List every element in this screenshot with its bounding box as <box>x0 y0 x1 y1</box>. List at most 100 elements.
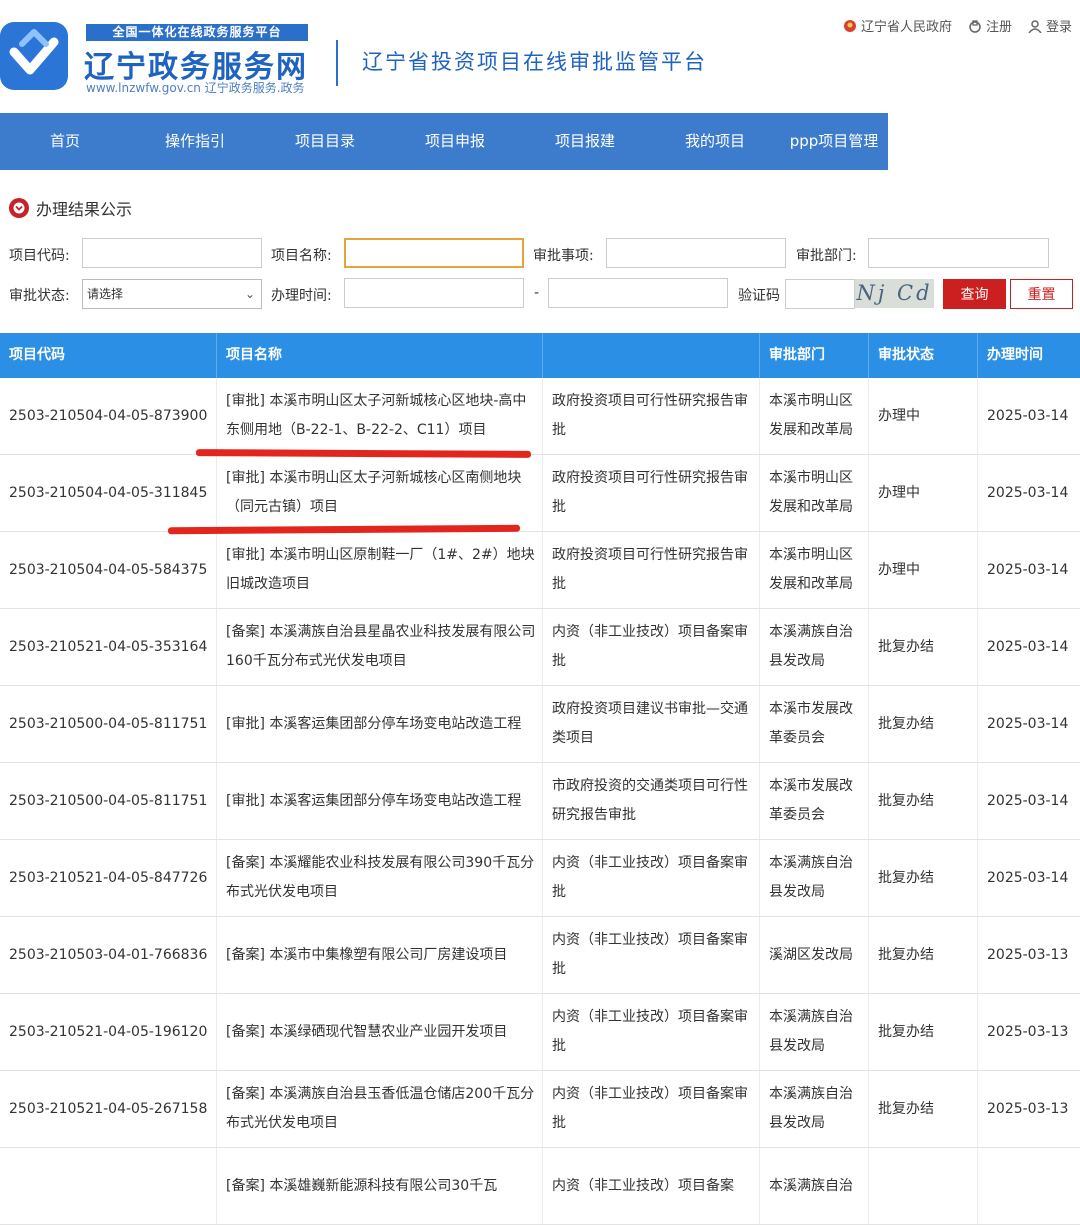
cell-date: 2025-03-14 <box>987 715 1069 732</box>
cell-code: 2503-210500-04-05-811751 <box>0 686 217 762</box>
cell-status: 批复办结 <box>869 686 978 762</box>
start-date-input[interactable] <box>344 278 524 308</box>
date-separator: - <box>534 285 540 301</box>
cell-code <box>0 1148 217 1224</box>
cell-name[interactable]: [备案] 本溪绿硒现代智慧农业产业园开发项目 <box>217 994 543 1070</box>
approval-dept-input[interactable] <box>868 238 1049 268</box>
cell-date: 2025-03-14 <box>987 869 1069 886</box>
cell-item: 内资（非工业技改）项目备案审批 <box>543 1071 760 1147</box>
cell-name[interactable]: [审批] 本溪客运集团部分停车场变电站改造工程 <box>217 763 543 839</box>
gov-link-label: 辽宁省人民政府 <box>860 20 952 35</box>
column-header-code: 项目代码 <box>0 333 217 378</box>
cell-item: 政府投资项目可行性研究报告审批 <box>543 455 760 531</box>
user-icon <box>1028 19 1042 33</box>
cell-name[interactable]: [备案] 本溪满族自治县星晶农业科技发展有限公司160千瓦分布式光伏发电项目 <box>217 609 543 685</box>
top-links: 辽宁省人民政府 注册 登录 <box>843 16 1072 35</box>
cell-status: 批复办结 <box>869 763 978 839</box>
site-header: 全国一体化在线政务服务平台 辽宁政务服务网 www.lnzwfw.gov.cn … <box>0 0 1080 112</box>
cell-name[interactable]: [备案] 本溪满族自治县玉香低温仓储店200千瓦分布式光伏发电项目 <box>217 1071 543 1147</box>
nav-item-catalog[interactable]: 项目目录 <box>260 113 390 170</box>
cell-name[interactable]: [审批] 本溪客运集团部分停车场变电站改造工程 <box>217 686 543 762</box>
table-header: 项目代码 项目名称 审批部门 审批状态 办理时间 <box>0 333 1080 378</box>
lock-icon <box>969 19 981 33</box>
table-row[interactable]: 2503-210521-04-05-847726 [备案] 本溪耀能农业科技发展有… <box>0 840 1080 917</box>
cell-date: 2025-03-14 <box>987 484 1069 501</box>
nav-item-apply[interactable]: 项目申报 <box>390 113 520 170</box>
project-name-input[interactable] <box>344 238 524 268</box>
cell-name[interactable]: [审批] 本溪市明山区太子河新城核心区地块-高中东侧用地（B-22-1、B-22… <box>217 378 543 454</box>
table-row[interactable]: 2503-210521-04-05-267158 [备案] 本溪满族自治县玉香低温… <box>0 1071 1080 1148</box>
cell-name[interactable]: [审批] 本溪市明山区太子河新城核心区南侧地块（同元古镇）项目 <box>217 455 543 531</box>
cell-item: 内资（非工业技改）项目备案审批 <box>543 994 760 1070</box>
header-divider <box>336 40 338 86</box>
cell-code: 2503-210521-04-05-353164 <box>0 609 217 685</box>
cell-code: 2503-210521-04-05-267158 <box>0 1071 217 1147</box>
process-time-label: 办理时间: <box>271 288 332 304</box>
cell-name[interactable]: [备案] 本溪耀能农业科技发展有限公司390千瓦分布式光伏发电项目 <box>217 840 543 916</box>
cell-status: 批复办结 <box>869 1071 978 1147</box>
approval-status-label: 审批状态: <box>9 288 70 304</box>
cell-dept: 溪湖区发改局 <box>760 917 869 993</box>
cell-code: 2503-210503-04-01-766836 <box>0 917 217 993</box>
cell-code: 2503-210521-04-05-847726 <box>0 840 217 916</box>
column-header-name: 项目名称 <box>217 333 543 378</box>
cell-dept: 本溪满族自治 <box>760 1148 869 1224</box>
project-code-input[interactable] <box>82 238 262 268</box>
table-row[interactable]: 2503-210504-04-05-584375 [审批] 本溪市明山区原制鞋一厂… <box>0 532 1080 609</box>
table-row[interactable]: 2503-210503-04-01-766836 [备案] 本溪市中集橡塑有限公司… <box>0 917 1080 994</box>
nav-item-ppp[interactable]: ppp项目管理 <box>780 113 888 170</box>
cell-dept: 本溪市明山区发展和改革局 <box>760 532 869 608</box>
section-title: 办理结果公示 <box>9 196 132 220</box>
cell-status: 办理中 <box>869 378 978 454</box>
table-row[interactable]: 2503-210521-04-05-353164 [备案] 本溪满族自治县星晶农业… <box>0 609 1080 686</box>
approval-dept-label: 审批部门: <box>796 248 857 264</box>
cell-dept: 本溪市发展改革委员会 <box>760 763 869 839</box>
cell-item: 内资（非工业技改）项目备案审批 <box>543 609 760 685</box>
site-logo-icon[interactable] <box>0 22 68 90</box>
table-row[interactable]: 2503-210521-04-05-196120 [备案] 本溪绿硒现代智慧农业产… <box>0 994 1080 1071</box>
cell-name[interactable]: [备案] 本溪雄巍新能源科技有限公司30千瓦 <box>217 1148 543 1224</box>
chevron-down-icon: ⌄ <box>244 287 255 301</box>
table-row[interactable]: 2503-210500-04-05-811751 [审批] 本溪客运集团部分停车场… <box>0 686 1080 763</box>
query-button[interactable]: 查询 <box>943 279 1006 309</box>
table-row[interactable]: 2503-210504-04-05-873900 [审批] 本溪市明山区太子河新城… <box>0 378 1080 455</box>
approval-item-input[interactable] <box>606 238 786 268</box>
column-header-status: 审批状态 <box>869 333 978 378</box>
login-link[interactable]: 登录 <box>1028 16 1072 35</box>
cell-code: 2503-210521-04-05-196120 <box>0 994 217 1070</box>
emblem-icon <box>843 19 856 32</box>
column-header-date: 办理时间 <box>987 347 1043 363</box>
cell-date: 2025-03-14 <box>987 407 1069 424</box>
brand-tagline: 全国一体化在线政务服务平台 <box>86 24 308 41</box>
table-row[interactable]: [备案] 本溪雄巍新能源科技有限公司30千瓦 内资（非工业技改）项目备案 本溪满族自… <box>0 1148 1080 1225</box>
cell-code: 2503-210504-04-05-584375 <box>0 532 217 608</box>
cell-dept: 本溪满族自治县发改局 <box>760 609 869 685</box>
cell-status: 办理中 <box>869 455 978 531</box>
reset-button[interactable]: 重置 <box>1010 279 1073 309</box>
nav-item-guide[interactable]: 操作指引 <box>130 113 260 170</box>
captcha-input[interactable] <box>785 279 855 309</box>
approval-status-select[interactable]: 请选择 ⌄ <box>82 279 262 309</box>
cell-date: 2025-03-14 <box>987 792 1069 809</box>
register-link[interactable]: 注册 <box>968 16 1012 35</box>
gov-link[interactable]: 辽宁省人民政府 <box>843 16 952 35</box>
main-nav: 首页 操作指引 项目目录 项目申报 项目报建 我的项目 ppp项目管理 <box>0 113 888 170</box>
table-row[interactable]: 2503-210504-04-05-311845 [审批] 本溪市明山区太子河新城… <box>0 455 1080 532</box>
cell-date: 2025-03-13 <box>987 946 1069 963</box>
captcha-image[interactable]: Nj Cd <box>855 279 934 308</box>
cell-status: 批复办结 <box>869 609 978 685</box>
nav-item-home[interactable]: 首页 <box>0 113 130 170</box>
captcha-label: 验证码 <box>738 288 780 304</box>
nav-item-my-projects[interactable]: 我的项目 <box>650 113 780 170</box>
cell-name[interactable]: [审批] 本溪市明山区原制鞋一厂（1#、2#）地块旧城改造项目 <box>217 532 543 608</box>
brand-url: www.lnzwfw.gov.cn 辽宁政务服务.政务 <box>86 81 305 95</box>
cell-dept: 本溪满族自治县发改局 <box>760 840 869 916</box>
approval-status-value: 请选择 <box>87 287 124 301</box>
nav-item-construction[interactable]: 项目报建 <box>520 113 650 170</box>
cell-date: 2025-03-14 <box>987 561 1069 578</box>
cell-name[interactable]: [备案] 本溪市中集橡塑有限公司厂房建设项目 <box>217 917 543 993</box>
table-body: 2503-210504-04-05-873900 [审批] 本溪市明山区太子河新城… <box>0 378 1080 1225</box>
table-row[interactable]: 2503-210500-04-05-811751 [审批] 本溪客运集团部分停车场… <box>0 763 1080 840</box>
project-code-label: 项目代码: <box>9 248 70 264</box>
end-date-input[interactable] <box>548 278 728 308</box>
